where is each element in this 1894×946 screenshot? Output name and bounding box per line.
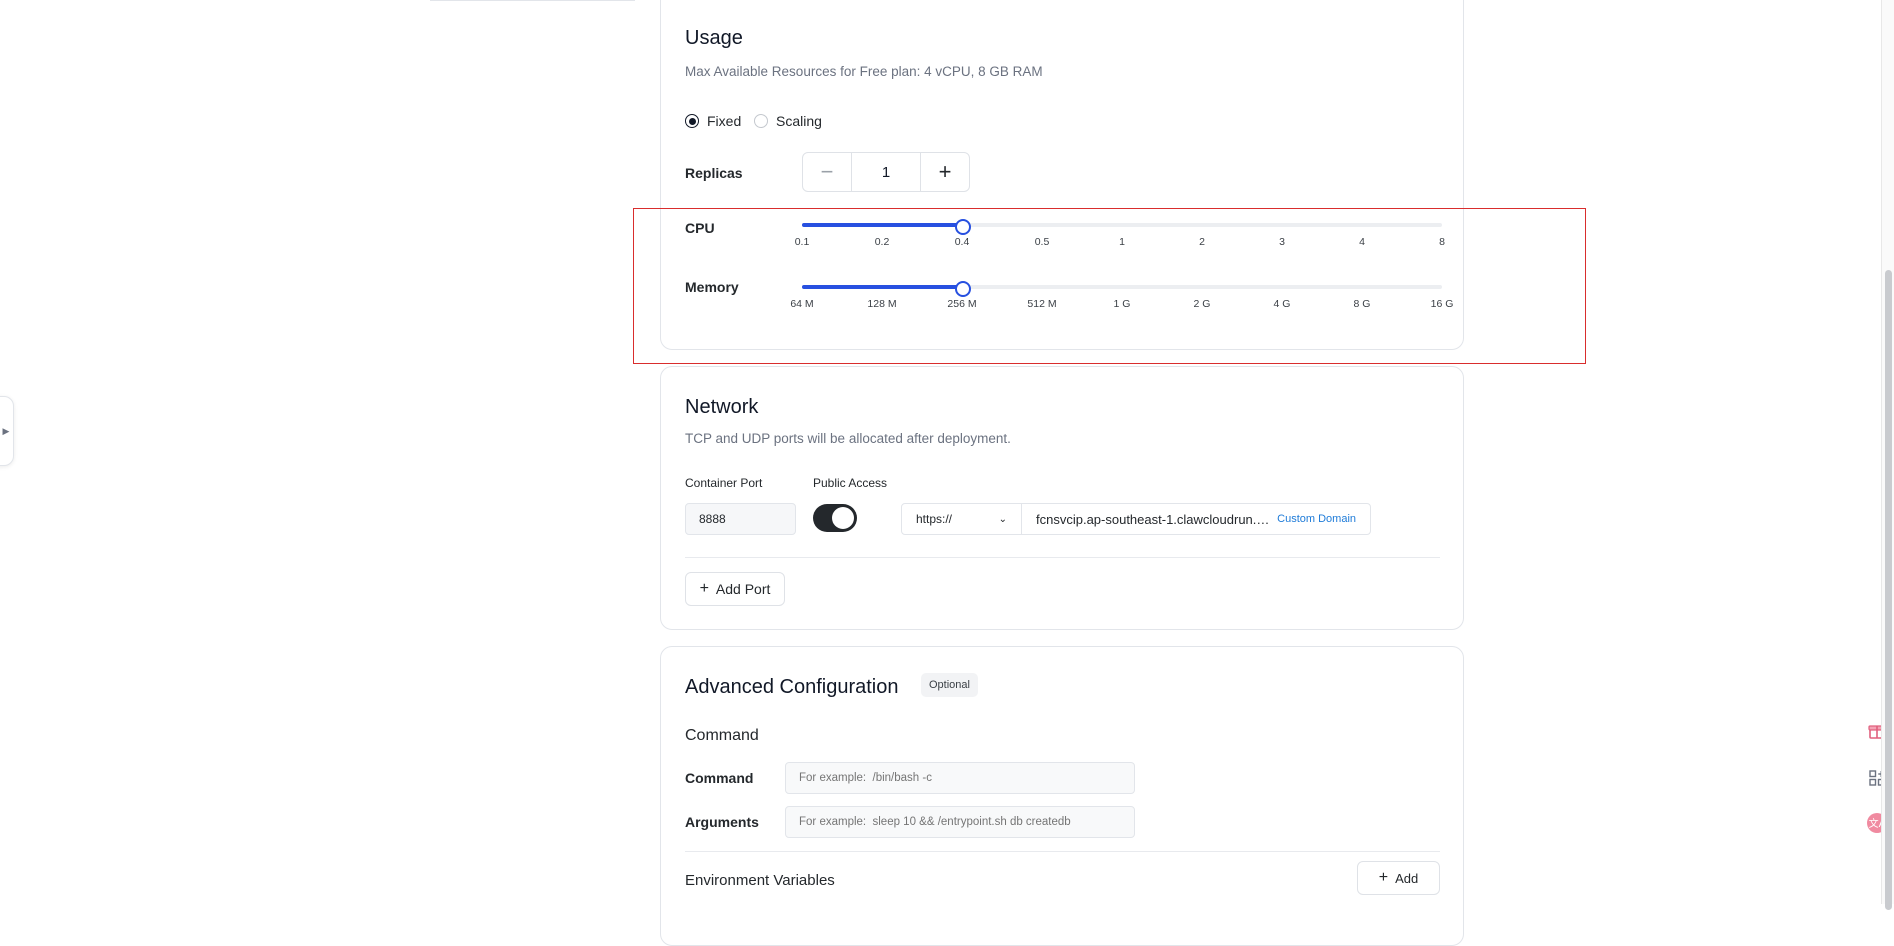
radio-scaling-indicator xyxy=(754,114,768,128)
minus-icon: − xyxy=(820,159,834,184)
network-title: Network xyxy=(685,396,759,418)
scrollbar-thumb[interactable] xyxy=(1885,270,1892,910)
replicas-increment-button[interactable]: + xyxy=(921,153,969,191)
advanced-divider xyxy=(685,851,1440,852)
sidebar-expand-tab[interactable]: ▶ xyxy=(0,396,14,466)
container-port-input[interactable]: 8888 xyxy=(685,503,796,535)
plus-icon: + xyxy=(699,580,709,597)
arguments-input[interactable] xyxy=(785,806,1135,838)
network-subtitle: TCP and UDP ports will be allocated afte… xyxy=(685,431,1011,446)
resource-highlight-box xyxy=(633,208,1586,364)
add-env-label: Add xyxy=(1395,870,1419,886)
radio-fixed-label: Fixed xyxy=(707,113,742,129)
protocol-value: https:// xyxy=(916,512,953,526)
radio-scaling[interactable]: Scaling xyxy=(754,113,822,129)
container-port-label: Container Port xyxy=(685,476,763,490)
public-domain-value: fcnsvcip.ap-southeast-1.clawcloudrun.com xyxy=(1036,511,1276,527)
add-env-button[interactable]: + Add xyxy=(1357,861,1440,895)
advanced-config-card: Advanced Configuration Optional Command … xyxy=(660,646,1464,946)
public-domain-field[interactable]: fcnsvcip.ap-southeast-1.clawcloudrun.com… xyxy=(1021,503,1371,535)
replicas-decrement-button[interactable]: − xyxy=(803,153,851,191)
network-card: Network TCP and UDP ports will be alloca… xyxy=(660,366,1464,630)
plus-icon: + xyxy=(1378,869,1389,886)
radio-fixed-indicator xyxy=(685,114,699,128)
vertical-scrollbar[interactable] xyxy=(1881,0,1894,910)
replicas-value[interactable]: 1 xyxy=(851,153,921,191)
command-section-title: Command xyxy=(685,727,759,744)
network-divider xyxy=(685,557,1440,558)
top-divider xyxy=(430,0,635,1)
plus-icon: + xyxy=(938,159,952,184)
replicas-label: Replicas xyxy=(685,165,743,181)
optional-badge: Optional xyxy=(921,673,978,697)
env-vars-label: Environment Variables xyxy=(685,872,835,889)
toggle-knob xyxy=(832,507,854,529)
advanced-title: Advanced Configuration xyxy=(685,676,899,698)
add-port-label: Add Port xyxy=(715,581,771,597)
radio-fixed[interactable]: Fixed xyxy=(685,113,741,129)
chevron-right-icon: ▶ xyxy=(2,425,10,436)
public-access-toggle[interactable] xyxy=(813,504,857,532)
public-access-label: Public Access xyxy=(813,476,888,490)
replicas-stepper: − 1 + xyxy=(802,152,970,192)
command-input[interactable] xyxy=(785,762,1135,794)
protocol-select[interactable]: https:// ⌄ xyxy=(901,503,1022,535)
radio-scaling-label: Scaling xyxy=(776,113,822,129)
chevron-down-icon: ⌄ xyxy=(998,513,1007,525)
custom-domain-link[interactable]: Custom Domain xyxy=(1277,513,1356,525)
command-label: Command xyxy=(685,770,754,786)
usage-title: Usage xyxy=(685,27,743,49)
usage-subtitle: Max Available Resources for Free plan: 4… xyxy=(685,64,1043,79)
add-port-button[interactable]: + Add Port xyxy=(685,572,785,606)
arguments-label: Arguments xyxy=(685,814,759,830)
